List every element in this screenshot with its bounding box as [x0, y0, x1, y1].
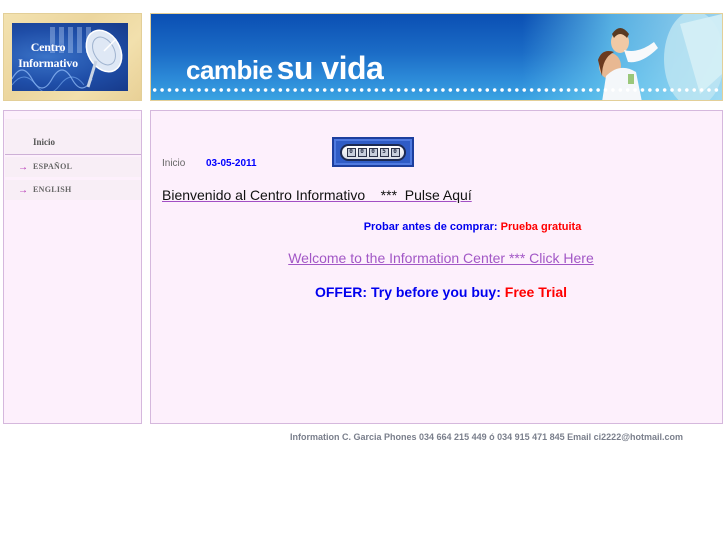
sidebar-item-english[interactable]: → ENGLISH — [5, 180, 141, 200]
date-label: 03-05-2011 — [206, 158, 257, 169]
banner-slogan: cambie su vida — [186, 50, 384, 87]
banner-slogan-word-1: cambie — [186, 55, 273, 85]
counter-digit: 0 — [368, 148, 378, 157]
offer-spanish-prefix: Probar antes de comprar: — [363, 221, 501, 233]
sidebar-item-label[interactable]: ESPAÑOL — [33, 162, 72, 171]
counter-digit: 5 — [379, 148, 389, 157]
sidebar-item-home-label[interactable]: Inicio — [33, 137, 55, 147]
arrow-right-icon: → — [18, 162, 28, 173]
visit-counter: 0 0 0 5 0 — [332, 137, 414, 167]
offer-spanish: Probar antes de comprar: Prueba gratuita — [151, 221, 722, 233]
welcome-spanish-link[interactable]: Bienvenido al Centro Informativo *** Pul… — [162, 187, 472, 203]
sidebar-nav: Inicio → ESPAÑOL → ENGLISH — [3, 110, 142, 424]
sidebar-item-label[interactable]: ENGLISH — [33, 185, 72, 194]
counter-digit: 0 — [346, 148, 356, 157]
offer-english-prefix: OFFER: Try before you buy: — [314, 284, 505, 300]
satellite-dish-icon — [85, 29, 123, 88]
banner-slogan-word-2: su vida — [276, 50, 384, 86]
footer-contact: Information C. Garcia Phones 034 664 215… — [290, 432, 683, 442]
sidebar-item-espanol[interactable]: → ESPAÑOL — [5, 157, 141, 177]
breadcrumb-home: Inicio — [162, 158, 186, 169]
counter-digit: 0 — [390, 148, 400, 157]
main-content: Inicio 03-05-2011 0 0 0 5 0 Bienvenido a… — [150, 110, 723, 424]
counter-digit: 0 — [357, 148, 367, 157]
sidebar-item-home[interactable]: Inicio — [5, 119, 141, 155]
logo-line-2: Informativo — [18, 56, 78, 70]
arrow-right-icon: → — [18, 185, 28, 196]
welcome-english-row: Welcome to the Information Center *** Cl… — [151, 250, 722, 266]
logo-line-1: Centro — [30, 40, 66, 54]
visit-counter-display: 0 0 0 5 0 — [340, 144, 406, 161]
offer-english: OFFER: Try before you buy: Free Trial — [151, 284, 722, 300]
logo-text: Centro Informativo — [16, 39, 80, 71]
header-banner: cambie su vida — [150, 13, 723, 101]
free-trial-english-link[interactable]: Free Trial — [505, 284, 567, 300]
logo-image: Centro Informativo — [12, 23, 128, 91]
welcome-english-link[interactable]: Welcome to the Information Center *** Cl… — [288, 250, 594, 266]
dotted-line-decoration — [151, 87, 722, 93]
free-trial-spanish-link[interactable]: Prueba gratuita — [501, 221, 582, 233]
logo: Centro Informativo — [3, 13, 142, 101]
